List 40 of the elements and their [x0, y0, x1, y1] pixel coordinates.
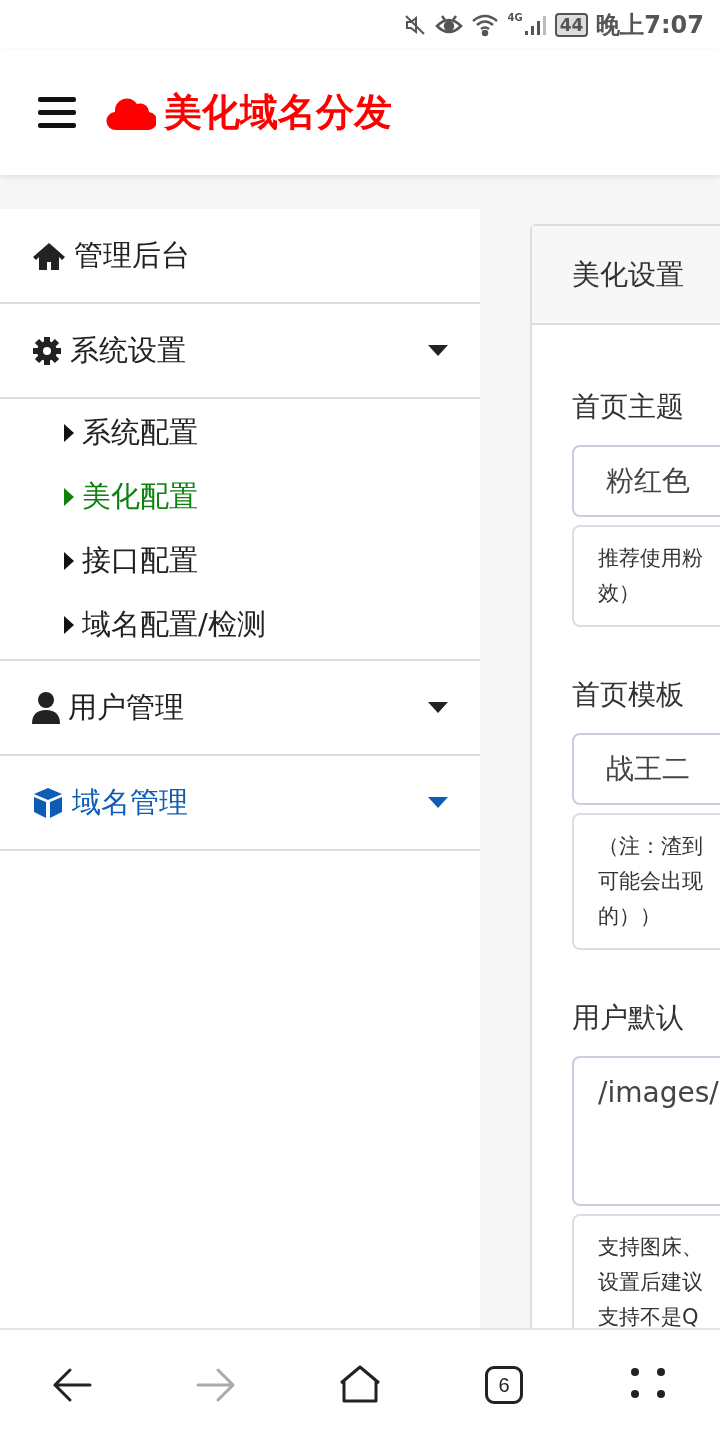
- caret-down-icon: [428, 796, 448, 809]
- select-field[interactable]: 战王二: [572, 733, 720, 805]
- battery-indicator: 44: [554, 13, 589, 37]
- user-icon: [32, 691, 60, 724]
- home-icon: [32, 240, 66, 271]
- submenu-item[interactable]: 接口配置: [0, 529, 480, 593]
- caret-right-icon: [64, 488, 74, 506]
- back-arrow-icon: [52, 1367, 92, 1403]
- sidebar-item[interactable]: 系统设置: [0, 304, 480, 399]
- sidebar-item[interactable]: 管理后台: [0, 209, 480, 304]
- field-label: 用户默认: [572, 1000, 685, 1036]
- submenu-item[interactable]: 域名配置/检测: [0, 593, 480, 657]
- field-label: 首页模板: [572, 677, 685, 713]
- cube-icon: [32, 786, 64, 819]
- select-field[interactable]: 粉红色: [572, 445, 720, 517]
- home-outline-icon: [339, 1365, 381, 1405]
- signal-icon: [522, 13, 547, 37]
- caret-right-icon: [64, 616, 74, 634]
- network-label: 4G: [507, 12, 523, 23]
- caret-right-icon: [64, 424, 74, 442]
- hint-text: （注：渣到 可能会出现 的））: [572, 813, 720, 950]
- forward-arrow-icon: [196, 1367, 236, 1403]
- gear-icon: [32, 335, 62, 366]
- sidebar-item[interactable]: 用户管理: [0, 661, 480, 756]
- hint-text: 推荐使用粉 效）: [572, 525, 720, 627]
- wifi-icon: [471, 13, 500, 37]
- card-title: 美化设置: [532, 226, 720, 325]
- caret-down-icon: [428, 344, 448, 357]
- submenu-item[interactable]: 美化配置: [0, 465, 480, 529]
- menu-icon: [38, 96, 76, 129]
- caret-right-icon: [64, 552, 74, 570]
- sidebar-item[interactable]: 域名管理: [0, 756, 480, 851]
- caret-down-icon: [428, 701, 448, 714]
- clock-time: 晚上7:07: [596, 10, 704, 41]
- app-title: 美化域名分发: [164, 89, 392, 136]
- submenu-item[interactable]: 系统配置: [0, 401, 480, 465]
- text-area[interactable]: /images/: [572, 1056, 720, 1206]
- field-label: 首页主题: [572, 389, 685, 425]
- tabs-button[interactable]: 6: [468, 1349, 540, 1421]
- hint-text: 支持图床、 设置后建议 支持不是Q: [572, 1214, 720, 1328]
